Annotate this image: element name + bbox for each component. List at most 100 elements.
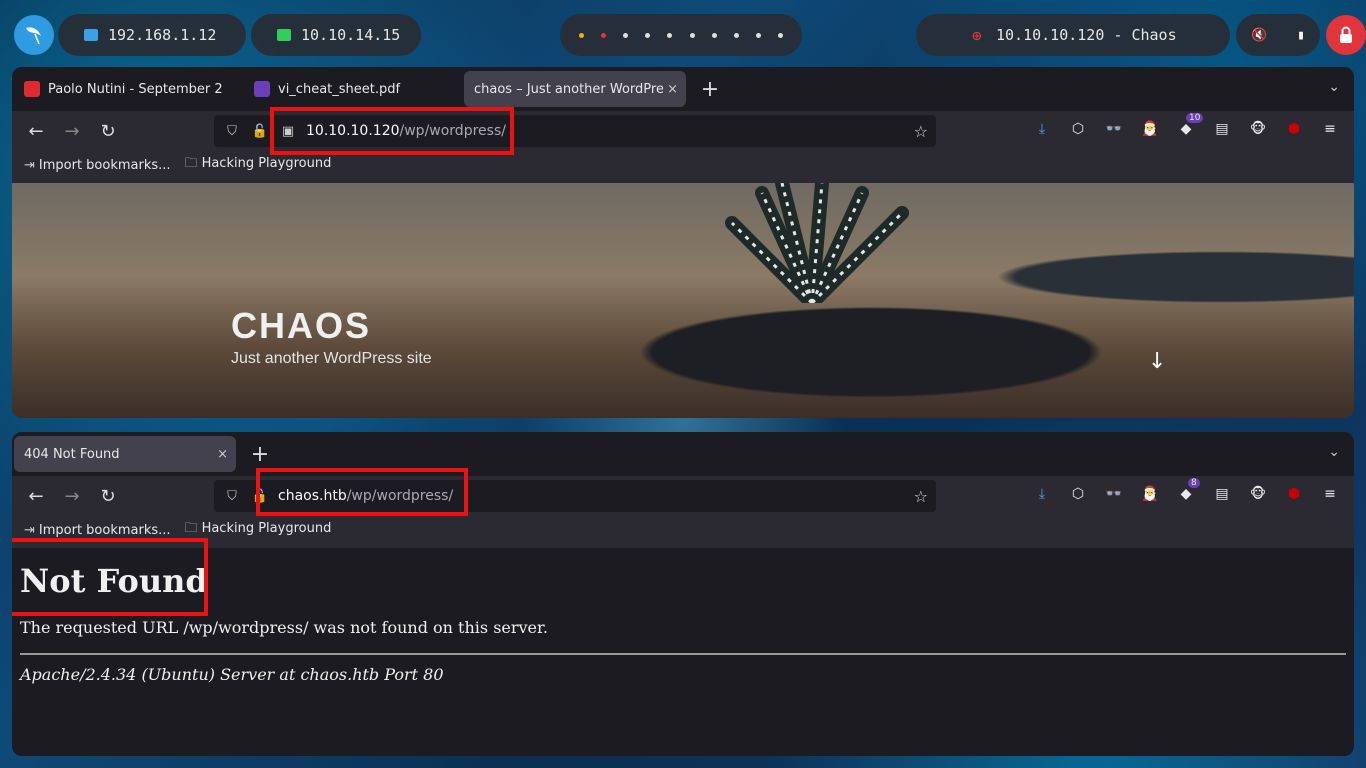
nav-bar: ← → ↻ ⛉ 🔓 ▣ 10.10.10.120/wp/wordpress/ ☆… [12,111,1354,151]
ext-badge-icon[interactable]: ◆ 10 [1168,113,1204,137]
site-title[interactable]: CHAOS [231,305,371,347]
scroll-down-arrow-icon[interactable]: ↓ [1148,349,1166,374]
ext-badge-icon[interactable]: ◆ 8 [1168,478,1204,502]
error-heading: Not Found [20,562,208,600]
bookmark-import[interactable]: ⇥ Import bookmarks... [24,158,171,173]
distro-logo-button[interactable] [14,15,54,55]
ext-card-icon[interactable]: ▤ [1204,486,1240,502]
error-message: The requested URL /wp/wordpress/ was not… [20,618,548,637]
url-highlight-box [256,468,468,516]
close-icon[interactable]: × [217,447,228,462]
forward-button[interactable]: → [54,486,90,507]
workspace-dot[interactable] [778,32,784,38]
workspace-dot[interactable] [578,32,584,38]
workspace-dot[interactable] [667,32,673,38]
laptop-icon [277,29,291,41]
bookmark-star-icon[interactable]: ☆ [914,487,928,506]
hamburger-menu-icon[interactable]: ≡ [1312,486,1348,502]
extensions-toolbar: ⤓ ⬡ 👓 🎅 ◆ 10 ▤ 🐵 ⬢ ≡ [1024,113,1348,137]
extensions-toolbar: ⤓ ⬡ 👓 🎅 ◆ 8 ▤ 🐵 ⬢ ≡ [1024,478,1348,502]
list-tabs-chevron-icon[interactable]: ⌄ [1328,79,1340,95]
kali-dragon-icon [26,27,41,45]
ext-santa-icon[interactable]: 🎅 [1132,121,1168,137]
back-button[interactable]: ← [18,486,54,507]
ext-monkey-icon[interactable]: 🐵 [1240,486,1276,502]
extensions-icon[interactable]: ⬡ [1060,121,1096,137]
error-page: Not Found The requested URL /wp/wordpres… [12,548,1354,756]
workspace-dot[interactable] [622,32,628,38]
close-icon[interactable]: × [663,81,678,97]
tab-chaos[interactable]: chaos – Just another WordPress × [464,71,686,107]
ext-card-icon[interactable]: ▤ [1204,121,1240,137]
bookmarks-bar: ⇥ Import bookmarks... 🗀 Hacking Playground [12,151,1354,179]
tab-youtube[interactable]: Paolo Nutini - September 2 [14,71,244,107]
new-tab-button[interactable]: + [244,438,276,470]
pdf-icon [254,81,270,97]
new-tab-button[interactable]: + [694,73,726,105]
tab-label: Paolo Nutini - September 2 [48,81,223,97]
extensions-icon[interactable]: ⬡ [1060,486,1096,502]
local-ip-widget[interactable]: 192.168.1.12 [58,14,246,56]
hamburger-menu-icon[interactable]: ≡ [1312,121,1348,137]
workspace-dot[interactable] [733,32,739,38]
ublock-icon[interactable]: ⬢ [1276,121,1312,137]
back-button[interactable]: ← [18,121,54,142]
tab-pdf[interactable]: vi_cheat_sheet.pdf [244,71,464,107]
ext-badge-count: 8 [1188,478,1200,488]
tab-label: vi_cheat_sheet.pdf [278,81,401,97]
workspace-dot[interactable] [756,32,762,38]
bookmark-star-icon[interactable]: ☆ [914,122,928,141]
workspace-switcher[interactable] [560,14,802,56]
lock-icon [1340,26,1352,43]
insecure-lock-icon[interactable]: 🔓 [250,124,270,139]
ext-glasses-icon[interactable]: 👓 [1096,486,1132,502]
folder-icon: 🗀 [184,156,198,171]
bookmark-import[interactable]: ⇥ Import bookmarks... [24,523,171,538]
download-icon[interactable]: ⤓ [1024,121,1060,137]
heading-highlight-box [12,538,208,616]
url-highlight-box [270,107,514,155]
forward-button[interactable]: → [54,121,90,142]
list-tabs-chevron-icon[interactable]: ⌄ [1328,444,1340,460]
volume-muted-icon[interactable]: 🔇 [1251,28,1267,43]
divider [20,653,1346,655]
lock-screen-button[interactable] [1326,15,1366,55]
import-icon: ⇥ [24,157,35,173]
tab-label: 404 Not Found [24,446,120,462]
ext-glasses-icon[interactable]: 👓 [1096,121,1132,137]
workspace-dot[interactable] [689,32,695,38]
vpn-ip-widget[interactable]: 10.10.14.15 [251,14,421,56]
plant-image [725,183,909,303]
target-text: 10.10.10.120 - Chaos [996,26,1177,44]
site-tagline: Just another WordPress site [231,350,432,367]
shield-icon[interactable]: ⛉ [222,124,242,139]
target-widget[interactable]: ⊕ 10.10.10.120 - Chaos [916,14,1230,56]
ublock-icon[interactable]: ⬢ [1276,486,1312,502]
wordpress-hero: CHAOS Just another WordPress site ↓ [12,183,1354,418]
tab-label: chaos – Just another WordPress [474,81,678,97]
reload-button[interactable]: ↻ [90,486,126,507]
battery-icon[interactable]: ▮ [1297,28,1305,43]
workspace-dot[interactable] [645,32,651,38]
browser-window-1: Paolo Nutini - September 2 vi_cheat_shee… [12,67,1354,418]
system-tray[interactable]: 🔇 ▮ [1236,14,1320,56]
tab-bar: 404 Not Found × + ⌄ [12,432,1354,476]
server-signature: Apache/2.4.34 (Ubuntu) Server at chaos.h… [20,665,444,684]
download-icon[interactable]: ⤓ [1024,486,1060,502]
workspace-dot[interactable] [711,32,717,38]
import-icon: ⇥ [24,522,35,538]
bookmarks-bar: ⇥ Import bookmarks... 🗀 Hacking Playground [12,516,1354,544]
folder-icon: 🗀 [184,521,198,536]
shield-icon[interactable]: ⛉ [222,489,242,504]
workspace-dot[interactable] [600,32,606,38]
nav-bar: ← → ↻ ⛉ 🔓 chaos.htb/wp/wordpress/ ☆ ⤓ ⬡ … [12,476,1354,516]
ext-badge-count: 10 [1186,113,1204,123]
network-icon [84,29,98,41]
local-ip-text: 192.168.1.12 [108,26,217,44]
reload-button[interactable]: ↻ [90,121,126,142]
tab-404[interactable]: 404 Not Found × [14,436,236,472]
vpn-ip-text: 10.10.14.15 [301,26,401,44]
ext-santa-icon[interactable]: 🎅 [1132,486,1168,502]
ext-monkey-icon[interactable]: 🐵 [1240,121,1276,137]
bookmark-hacking-playground[interactable]: 🗀 Hacking Playground [185,154,332,176]
